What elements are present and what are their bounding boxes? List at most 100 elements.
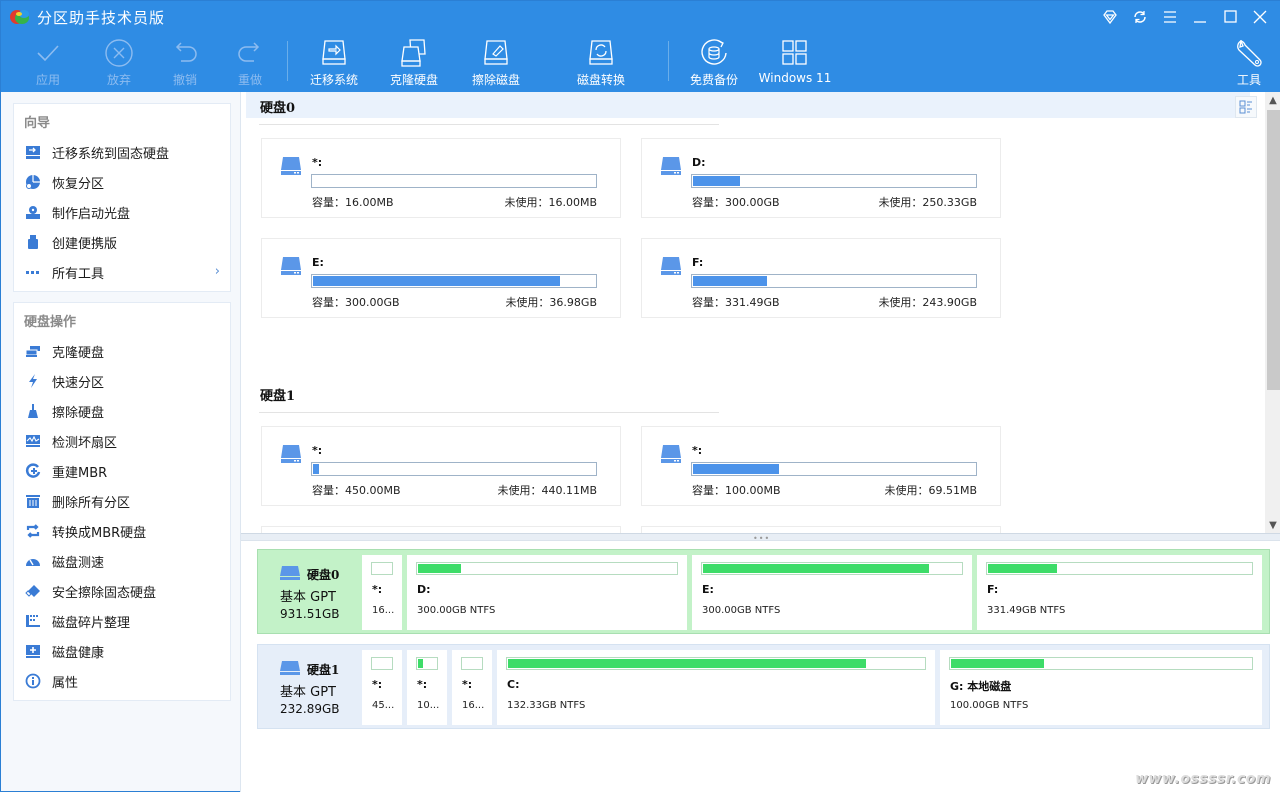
disk-type: 基本 GPT xyxy=(280,590,336,605)
drive-icon xyxy=(281,257,301,275)
apply-button[interactable]: 应用 xyxy=(13,37,83,89)
partition-info: 16... xyxy=(462,700,485,711)
partition-name: *: xyxy=(692,444,703,457)
partition-card-partial[interactable] xyxy=(261,526,621,533)
main-toolbar: 应用 放弃 撤销 重做 迁移系统 克隆硬盘 擦除磁盘 磁盘转换 免费备份 Win… xyxy=(1,37,1280,92)
sidebar-item-boot-disc[interactable]: 制作启动光盘 xyxy=(14,197,230,227)
sidebar-item-migrate-ssd[interactable]: 迁移系统到固态硬盘 xyxy=(14,137,230,167)
sidebar-item-convert-mbr[interactable]: 转换成MBR硬盘 xyxy=(14,516,230,546)
disk-map-row[interactable]: 硬盘0 基本 GPT 931.51GB *: 16... D: 300.00GB… xyxy=(257,549,1270,634)
partition-name: *: xyxy=(312,444,323,457)
partition-card[interactable]: D: 容量：300.00GB 未使用：250.33GB xyxy=(641,138,1001,218)
sidebar-item-bad-sector[interactable]: 检测坏扇区 xyxy=(14,426,230,456)
partition-block[interactable]: *: 10... xyxy=(407,650,447,725)
sidebar-item-recover-partition[interactable]: 恢复分区 xyxy=(14,167,230,197)
speedometer-icon xyxy=(25,553,41,569)
usage-fill xyxy=(988,564,1057,573)
scroll-up-button[interactable]: ▲ xyxy=(1265,92,1280,108)
view-toggle-button[interactable] xyxy=(1235,96,1257,118)
sidebar-item-rebuild-mbr[interactable]: 重建MBR xyxy=(14,456,230,486)
sidebar-item-label: 创建便携版 xyxy=(52,236,118,252)
partition-card[interactable]: E: 容量：300.00GB 未使用：36.98GB xyxy=(261,238,621,318)
clone-disk-button[interactable]: 克隆硬盘 xyxy=(379,37,449,89)
partition-info: 16... xyxy=(372,605,395,616)
boot-disc-icon xyxy=(25,204,41,220)
apply-label: 应用 xyxy=(35,73,60,87)
usage-fill xyxy=(313,276,560,286)
sidebar-item-wipe-disk[interactable]: 擦除硬盘 xyxy=(14,396,230,426)
partition-block[interactable]: G: 本地磁盘 100.00GB NTFS xyxy=(940,650,1262,725)
usage-bar xyxy=(949,657,1253,670)
partition-name: *: xyxy=(462,678,473,691)
sidebar-item-all-tools[interactable]: 所有工具 › xyxy=(14,257,230,287)
migrate-os-button[interactable]: 迁移系统 xyxy=(299,37,369,89)
sidebar-item-clone-disk[interactable]: 克隆硬盘 xyxy=(14,336,230,366)
sidebar-item-defrag[interactable]: 磁盘碎片整理 xyxy=(14,606,230,636)
scroll-thumb[interactable] xyxy=(1267,110,1280,390)
free-space-text: 未使用：36.98GB xyxy=(505,296,597,309)
partition-card[interactable]: F: 容量：331.49GB 未使用：243.90GB xyxy=(641,238,1001,318)
broom-icon xyxy=(25,403,41,419)
sidebar-item-quick-partition[interactable]: 快速分区 xyxy=(14,366,230,396)
sidebar-item-secure-erase[interactable]: 安全擦除固态硬盘 xyxy=(14,576,230,606)
usage-fill xyxy=(508,659,866,668)
usb-icon xyxy=(25,234,41,250)
pane-splitter[interactable]: ••• xyxy=(241,533,1280,543)
sidebar-item-label: 迁移系统到固态硬盘 xyxy=(52,146,170,162)
partition-block[interactable]: E: 300.00GB NTFS xyxy=(692,555,972,630)
usage-fill xyxy=(703,564,929,573)
eraser-icon xyxy=(25,583,41,599)
menu-button[interactable] xyxy=(1155,5,1185,29)
drive-icon xyxy=(661,257,681,275)
sidebar-item-label: 制作启动光盘 xyxy=(52,206,131,222)
sidebar-item-disk-health[interactable]: 磁盘健康 xyxy=(14,636,230,666)
sidebar-item-label: 磁盘碎片整理 xyxy=(52,615,131,631)
trash-icon xyxy=(25,493,41,509)
disk-convert-label: 磁盘转换 xyxy=(576,73,625,87)
usage-bar xyxy=(311,174,597,188)
wipe-disk-button[interactable]: 擦除磁盘 xyxy=(461,37,531,89)
partition-name: D: xyxy=(417,583,431,596)
sidebar-item-portable[interactable]: 创建便携版 xyxy=(14,227,230,257)
partition-block[interactable]: F: 331.49GB NTFS xyxy=(977,555,1262,630)
partition-block[interactable]: *: 16... xyxy=(452,650,492,725)
vertical-scrollbar[interactable]: ▲ ▼ xyxy=(1265,92,1280,533)
partition-info: 100.00GB NTFS xyxy=(950,700,1029,711)
capacity-text: 容量：16.00MB xyxy=(312,196,394,209)
redo-button[interactable]: 重做 xyxy=(215,37,285,89)
minimize-button[interactable] xyxy=(1185,5,1215,29)
usage-bar xyxy=(371,562,393,575)
app-window: 分区助手技术员版 应用 放弃 撤销 重做 迁移系统 克隆硬盘 擦除磁盘 磁盘转换… xyxy=(0,0,1280,792)
undo-button[interactable]: 撤销 xyxy=(150,37,220,89)
sidebar-item-properties[interactable]: 属性 xyxy=(14,666,230,696)
upgrade-diamond-button[interactable] xyxy=(1095,5,1125,29)
partition-card[interactable]: *: 容量：100.00MB 未使用：69.51MB xyxy=(641,426,1001,506)
partition-card[interactable]: *: 容量：16.00MB 未使用：16.00MB xyxy=(261,138,621,218)
sidebar-item-delete-all[interactable]: 删除所有分区 xyxy=(14,486,230,516)
usage-fill xyxy=(693,464,779,474)
refresh-button[interactable] xyxy=(1125,5,1155,29)
partition-block[interactable]: *: 45... xyxy=(362,650,402,725)
close-icon xyxy=(1253,10,1267,24)
discard-button[interactable]: 放弃 xyxy=(84,37,154,89)
partition-card[interactable]: *: 容量：450.00MB 未使用：440.11MB xyxy=(261,426,621,506)
scroll-down-button[interactable]: ▼ xyxy=(1265,517,1280,533)
windows11-button[interactable]: Windows 11 xyxy=(758,37,832,89)
close-button[interactable] xyxy=(1245,5,1275,29)
disk-map-row[interactable]: 硬盘1 基本 GPT 232.89GB *: 45... *: 10... *:… xyxy=(257,644,1270,729)
usage-fill xyxy=(693,176,740,186)
partition-block[interactable]: C: 132.33GB NTFS xyxy=(497,650,935,725)
free-backup-button[interactable]: 免费备份 xyxy=(679,37,749,89)
free-space-text: 未使用：69.51MB xyxy=(884,484,977,497)
maximize-button[interactable] xyxy=(1215,5,1245,29)
undo-icon xyxy=(175,42,197,62)
main-area: 硬盘0 *: 容量：16.00MB 未使用：16.00MB D: 容量：300.… xyxy=(240,92,1280,792)
partition-block[interactable]: D: 300.00GB NTFS xyxy=(407,555,687,630)
partition-block[interactable]: *: 16... xyxy=(362,555,402,630)
sidebar-item-disk-speed[interactable]: 磁盘测速 xyxy=(14,546,230,576)
partition-card-partial[interactable] xyxy=(641,526,1001,533)
maximize-icon xyxy=(1224,10,1237,23)
disk-convert-button[interactable]: 磁盘转换 xyxy=(566,37,636,89)
tools-button[interactable]: 工具 xyxy=(1214,37,1280,89)
windows11-label: Windows 11 xyxy=(758,71,832,85)
